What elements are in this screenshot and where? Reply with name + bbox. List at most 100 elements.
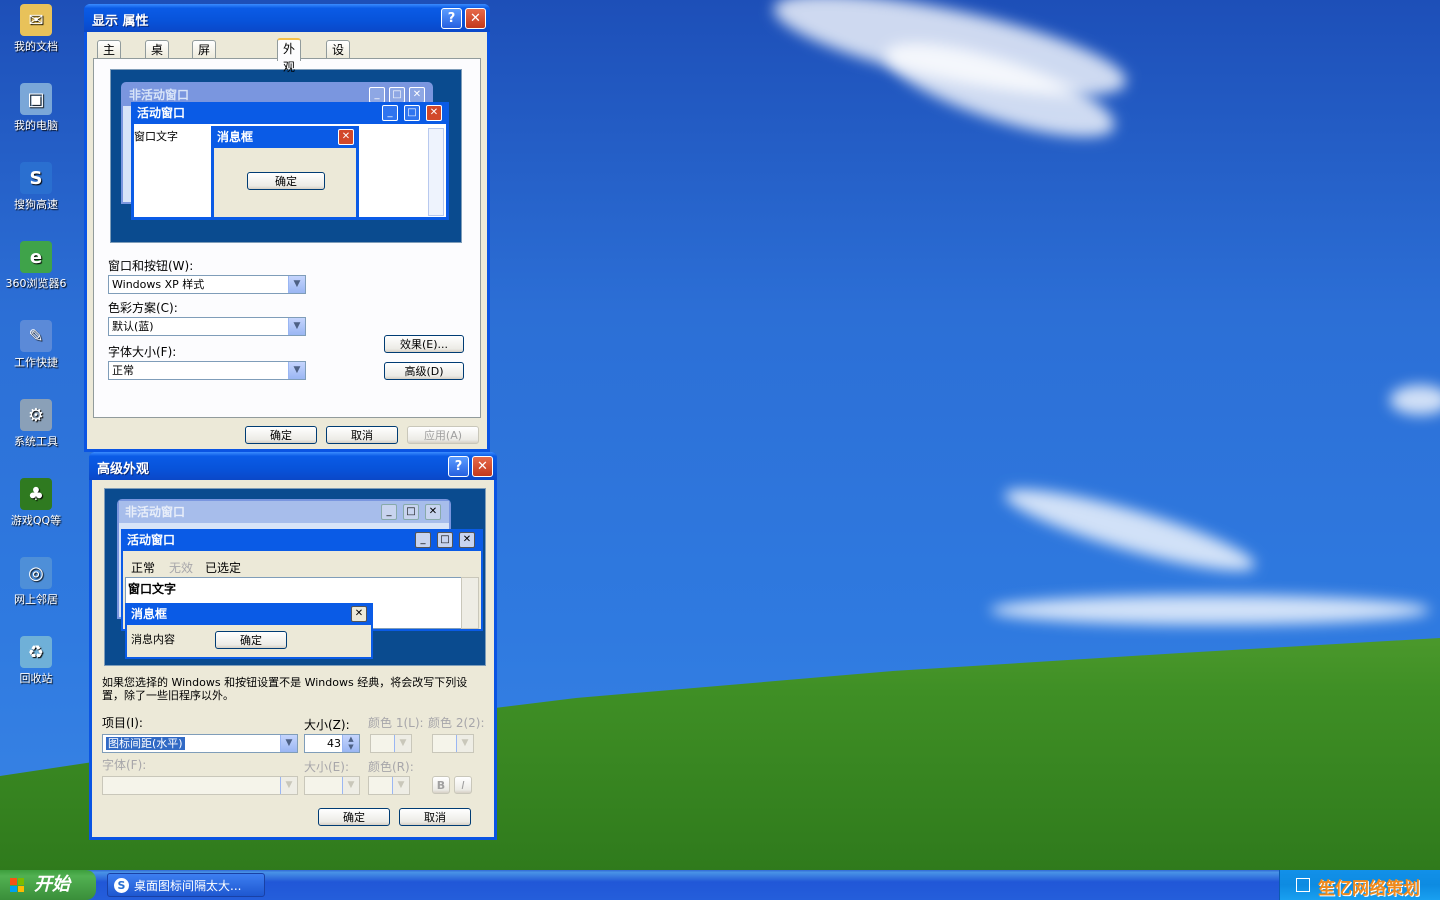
color-scheme-value: 默认(蓝): [112, 320, 154, 333]
chevron-down-icon[interactable]: ▼: [288, 362, 305, 379]
color1-picker: ▼: [370, 734, 412, 753]
font-size-value: 正常: [112, 364, 134, 377]
tab-appearance[interactable]: 外观: [277, 38, 302, 74]
desktop-icon-label: 系统工具: [14, 435, 58, 448]
cancel-button[interactable]: 取消: [326, 426, 398, 444]
computer-icon: ▣: [20, 83, 52, 115]
font-size-label: 大小(E):: [304, 760, 349, 774]
desktop-icon[interactable]: ✉ 我的文档: [2, 4, 70, 54]
minimize-icon: _: [382, 105, 398, 121]
font-size-select: ▼: [304, 776, 360, 795]
taskbar-item-label: 桌面图标间隔太大...: [134, 879, 242, 893]
maximize-icon: □: [389, 87, 405, 103]
help-icon[interactable]: ?: [448, 456, 469, 477]
chevron-down-icon[interactable]: ▼: [288, 318, 305, 335]
display-properties-titlebar[interactable]: 显示 属性 ? ✕: [84, 4, 490, 32]
color-scheme-select[interactable]: 默认(蓝) ▼: [108, 317, 306, 336]
adv-preview-msgbox-title: 消息框: [125, 603, 373, 625]
ok-button[interactable]: 确定: [318, 808, 390, 826]
chevron-down-icon: ▼: [394, 735, 411, 752]
font-size-select[interactable]: 正常 ▼: [108, 361, 306, 380]
window-title: 显示 属性: [92, 14, 149, 29]
desktop-icon[interactable]: ♣ 游戏QQ等: [2, 478, 70, 528]
taskbar-item[interactable]: S 桌面图标间隔太大...: [107, 873, 265, 897]
chevron-down-icon: ▼: [342, 777, 359, 794]
desktop-icon[interactable]: S 搜狗高速: [2, 162, 70, 212]
maximize-icon: □: [404, 105, 420, 121]
desktop-icon[interactable]: ▣ 我的电脑: [2, 83, 70, 133]
close-icon: ✕: [409, 87, 425, 103]
recycle-bin-icon: ♻: [20, 636, 52, 668]
font-size-label: 字体大小(F):: [108, 345, 177, 359]
apply-button: 应用(A): [407, 426, 479, 444]
size-spinner[interactable]: 43 ▲ ▼: [304, 734, 360, 753]
taskbar: 开始 S 桌面图标间隔太大... 笙亿网络策划: [0, 870, 1440, 900]
preview-scrollbar: [428, 128, 444, 216]
item-select[interactable]: 图标间距(水平) ▼: [102, 734, 298, 753]
advanced-button[interactable]: 高级(D): [384, 362, 464, 380]
font-color-picker: ▼: [368, 776, 410, 795]
minimize-icon: _: [415, 532, 431, 548]
tab-desktop[interactable]: 桌面: [145, 40, 170, 75]
start-button[interactable]: 开始: [0, 870, 96, 900]
color2-picker: ▼: [432, 734, 474, 753]
desktop-icon-label: 搜狗高速: [14, 198, 58, 211]
menu-disabled: 无效: [169, 561, 194, 575]
advanced-preview: 非活动窗口 _ □ ✕ 活动窗口 _ □ ✕ 正常 无效 已选定 窗口文字 消息…: [104, 488, 486, 666]
desktop-icon-label: 游戏QQ等: [10, 514, 62, 527]
size-value: 43: [327, 737, 341, 750]
tab-screensaver[interactable]: 屏幕保护程序: [192, 40, 217, 147]
chevron-down-icon[interactable]: ▼: [288, 276, 305, 293]
desktop-icon[interactable]: ✎ 工作快捷: [2, 320, 70, 370]
close-icon[interactable]: ✕: [465, 8, 486, 29]
network-icon: ◎: [20, 557, 52, 589]
adv-preview-window-text: 窗口文字: [128, 582, 177, 596]
preview-window-text: 窗口文字: [134, 130, 178, 143]
desktop-icon[interactable]: e 360浏览器6: [2, 241, 70, 291]
tray-icon[interactable]: [1296, 878, 1310, 892]
bold-button: B: [432, 776, 450, 794]
preview-msgbox-title: 消息框: [211, 126, 359, 148]
desktop-icon[interactable]: ◎ 网上邻居: [2, 557, 70, 607]
cancel-button[interactable]: 取消: [399, 808, 471, 826]
chevron-down-icon: ▼: [392, 777, 409, 794]
adv-preview-scrollbar: [461, 577, 479, 629]
color-scheme-label: 色彩方案(C):: [108, 301, 178, 315]
item-value: 图标间距(水平): [106, 737, 185, 750]
font-color-label: 颜色(R):: [368, 760, 414, 774]
desktop-icon[interactable]: ♻ 回收站: [2, 636, 70, 686]
tab-theme[interactable]: 主题: [97, 40, 122, 75]
spinner-arrows-icon[interactable]: ▲ ▼: [342, 735, 359, 752]
advanced-appearance-window: 高级外观 ? ✕ 非活动窗口 _ □ ✕ 活动窗口 _ □ ✕ 正常 无效 已选…: [89, 452, 497, 840]
desktop-icon-label: 回收站: [19, 672, 53, 685]
maximize-icon: □: [437, 532, 453, 548]
help-icon[interactable]: ?: [441, 8, 462, 29]
chevron-down-icon[interactable]: ▼: [280, 735, 297, 752]
desktop-icon[interactable]: ⚙ 系统工具: [2, 399, 70, 449]
italic-button: I: [454, 776, 472, 794]
desktop-icon-label: 360浏览器6: [5, 277, 67, 290]
start-label: 开始: [34, 874, 70, 895]
desktop-icon-label: 我的文档: [14, 40, 58, 53]
windows-buttons-value: Windows XP 样式: [112, 278, 205, 291]
close-icon: ✕: [425, 504, 441, 520]
menu-normal: 正常: [131, 561, 156, 575]
cloud: [990, 595, 1430, 625]
display-properties-window: 显示 属性 ? ✕ 主题 桌面 屏幕保护程序 外观 设置 非活动窗口 _ □ ✕…: [84, 4, 490, 452]
font-label: 字体(F):: [102, 758, 147, 772]
effects-button[interactable]: 效果(E)...: [384, 335, 464, 353]
close-icon[interactable]: ✕: [472, 456, 493, 477]
adv-preview-msg-content: 消息内容: [131, 633, 175, 646]
close-icon: ✕: [351, 606, 367, 622]
tab-settings[interactable]: 设置: [326, 40, 351, 75]
windows-buttons-select[interactable]: Windows XP 样式 ▼: [108, 275, 306, 294]
sogou-browser-icon: S: [20, 162, 52, 194]
adv-preview-inactive-title: 非活动窗口: [119, 501, 449, 523]
window-title: 高级外观: [97, 462, 150, 477]
advanced-appearance-titlebar[interactable]: 高级外观 ? ✕: [89, 452, 497, 480]
close-icon: ✕: [426, 105, 442, 121]
documents-icon: ✉: [20, 4, 52, 36]
ok-button[interactable]: 确定: [245, 426, 317, 444]
cloud: [999, 474, 1261, 586]
system-tools-icon: ⚙: [20, 399, 52, 431]
